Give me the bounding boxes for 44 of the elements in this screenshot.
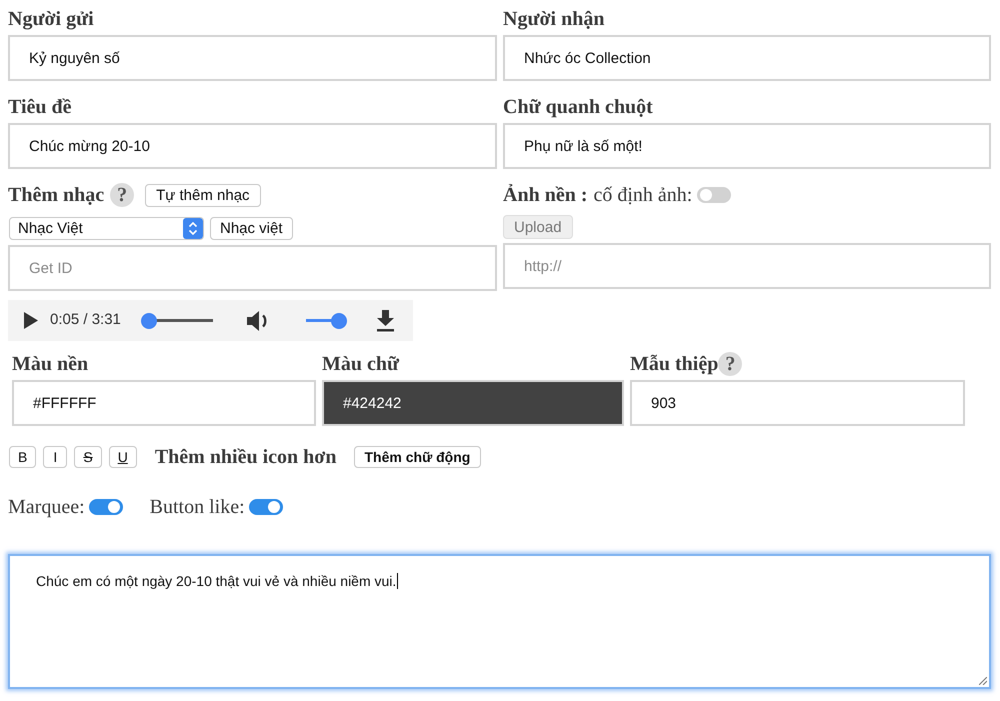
format-button[interactable]: U [108, 446, 137, 468]
cursor-text-field[interactable]: Phụ nữ là số một! [503, 123, 991, 169]
music-id-field[interactable]: Get ID [8, 245, 497, 291]
add-music-button[interactable]: Tự thêm nhạc [145, 184, 261, 206]
resize-grip-icon[interactable] [979, 677, 987, 685]
help-button[interactable]: ? [110, 183, 134, 207]
switch-label: Marquee: [8, 495, 85, 519]
animated-text-button[interactable]: Thêm chữ động [354, 446, 482, 468]
field-label: Màu chữ [322, 352, 400, 377]
field-label: Chữ quanh chuột [503, 95, 653, 120]
genre-button[interactable]: Nhạc việt [210, 217, 293, 240]
slider-thumb[interactable] [330, 312, 347, 328]
format-button[interactable]: I [43, 446, 68, 468]
color-field[interactable]: #FFFFFF [12, 380, 316, 426]
color-field[interactable]: #424242 [322, 380, 624, 426]
format-button[interactable]: B [9, 446, 36, 468]
chevrons-up-down-icon [183, 218, 203, 239]
image-url-field[interactable]: http:// [503, 243, 991, 289]
time-display: 0:05 / 3:31 [50, 310, 121, 330]
field-label: Mẫu thiệp [630, 352, 718, 377]
toggle-switch[interactable] [248, 499, 283, 515]
download-icon[interactable] [376, 310, 395, 332]
play-icon[interactable] [24, 312, 38, 329]
template-field[interactable]: 903 [630, 380, 965, 426]
title-field[interactable]: Chúc mừng 20-10 [8, 123, 497, 169]
field-label: Người nhận [503, 7, 604, 32]
upload-button[interactable]: Upload [503, 215, 573, 239]
slider-thumb[interactable] [141, 312, 158, 328]
field-label: Người gửi [8, 7, 94, 32]
field-label: Ảnh nền : [503, 183, 588, 208]
fixed-image-label: cố định ảnh: [593, 183, 692, 207]
switch-label: Button like: [150, 495, 245, 519]
toggle-switch[interactable] [88, 499, 123, 515]
field-label: Màu nền [12, 352, 88, 377]
field-label: Thêm nhạc [8, 183, 104, 208]
more-icons-label: Thêm nhiều icon hơn [154, 446, 336, 468]
message-field[interactable]: Chúc em có một ngày 20-10 thật vui vẻ và nhiều niềm vui. [8, 554, 991, 689]
format-button[interactable]: S [74, 446, 102, 468]
help-button[interactable]: ? [718, 352, 742, 376]
field-label: Tiêu đề [8, 95, 72, 120]
recipient-field[interactable]: Nhức óc Collection [503, 35, 991, 81]
sender-field[interactable]: Kỷ nguyên số [8, 35, 497, 81]
toggle-switch[interactable] [697, 187, 732, 203]
genre-select[interactable]: Nhạc Việt [9, 217, 204, 240]
